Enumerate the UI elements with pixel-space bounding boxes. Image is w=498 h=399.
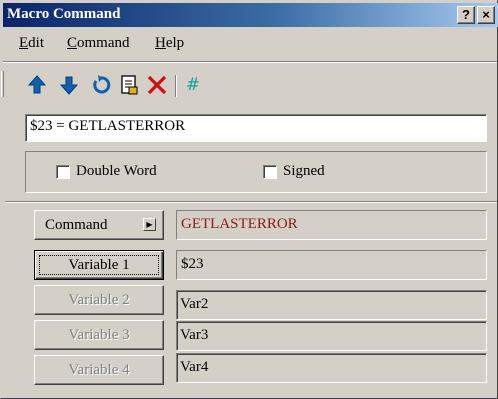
double-word-checkbox[interactable] <box>56 165 70 179</box>
section-divider <box>5 201 497 203</box>
play-arrow-icon: ▶ <box>143 218 156 231</box>
toolbar: # <box>13 73 313 101</box>
menu-edit[interactable]: Edit <box>19 35 44 52</box>
move-down-icon[interactable] <box>57 73 81 97</box>
variable-2-label: Variable 2 <box>68 292 130 308</box>
command-value-field[interactable]: GETLASTERROR <box>176 210 487 240</box>
signed-checkbox[interactable] <box>263 165 277 179</box>
signed-label: Signed <box>283 163 325 179</box>
help-button[interactable]: ? <box>457 6 475 24</box>
number-icon[interactable]: # <box>181 73 205 97</box>
variable-2-button[interactable]: Variable 2 <box>34 285 164 315</box>
variable-4-label: Variable 4 <box>68 362 130 378</box>
menu-command-mnemonic: C <box>67 35 78 51</box>
variable-3-button[interactable]: Variable 3 <box>34 320 164 350</box>
undo-icon[interactable] <box>89 73 113 97</box>
variable-1-field[interactable]: $23 <box>176 250 487 280</box>
move-up-icon[interactable] <box>25 73 49 97</box>
options-group: Double Word Signed <box>25 151 487 193</box>
window-title: Macro Command <box>7 6 121 22</box>
menu-divider <box>3 61 497 63</box>
macro-command-window: Macro Command ? × Edit Command Help # $2… <box>0 0 498 399</box>
focus-rectangle <box>39 255 159 275</box>
menu-command[interactable]: Command <box>67 35 130 52</box>
variable-3-label: Variable 3 <box>68 327 130 343</box>
toolbar-grip[interactable] <box>1 71 4 97</box>
menu-help-rest: elp <box>165 35 185 51</box>
toolbar-separator <box>175 75 177 97</box>
delete-icon[interactable] <box>145 73 169 97</box>
expression-field[interactable]: $23 = GETLASTERROR <box>25 114 487 142</box>
properties-icon[interactable] <box>117 73 141 97</box>
menu-help-mnemonic: H <box>155 35 166 51</box>
command-button-label: Command <box>45 217 108 233</box>
menu-bar: Edit Command Help <box>3 32 497 56</box>
menu-edit-rest: dit <box>28 35 45 51</box>
variable-2-field[interactable]: Var2 <box>176 290 487 320</box>
variable-4-button[interactable]: Variable 4 <box>34 355 164 385</box>
menu-help[interactable]: Help <box>155 35 184 52</box>
menu-edit-mnemonic: E <box>19 35 29 51</box>
title-bar[interactable]: Macro Command ? × <box>3 3 498 27</box>
menu-command-rest: ommand <box>77 35 130 51</box>
double-word-label: Double Word <box>76 163 157 179</box>
variable-1-button[interactable]: Variable 1 <box>34 250 164 280</box>
close-button[interactable]: × <box>477 6 495 24</box>
command-button[interactable]: Command ▶ <box>34 210 164 240</box>
variable-4-field[interactable]: Var4 <box>176 353 487 383</box>
variable-3-field[interactable]: Var3 <box>176 321 487 351</box>
